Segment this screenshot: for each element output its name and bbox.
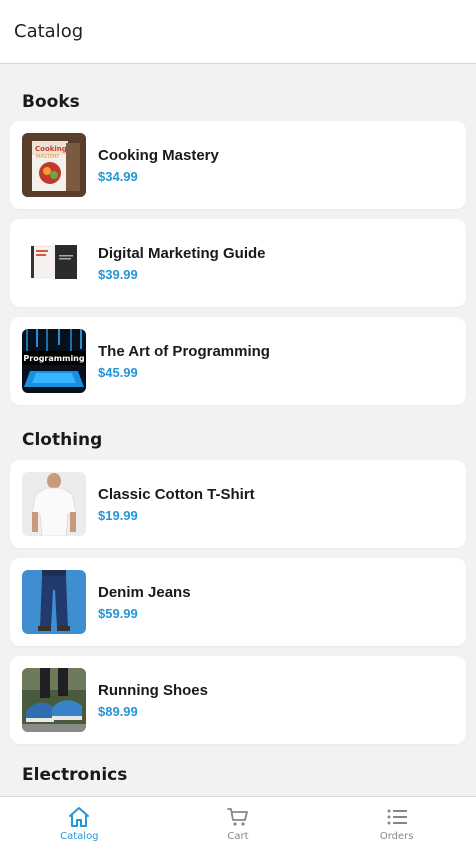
svg-text:Cooking: Cooking (35, 145, 67, 153)
product-card-cooking-mastery[interactable]: Cooking MASTERY Cooking Mastery $34.99 (10, 121, 466, 209)
tab-cart[interactable]: Cart (159, 797, 318, 844)
tab-catalog[interactable]: Catalog (0, 797, 159, 844)
product-price: $59.99 (98, 605, 138, 621)
section-title-clothing: Clothing (22, 430, 103, 450)
section-title-electronics: Electronics (22, 765, 128, 785)
product-price: $45.99 (98, 364, 138, 380)
bottom-tab-bar: Catalog Cart Orders (0, 796, 476, 844)
tab-label: Cart (227, 831, 249, 842)
cart-icon (227, 808, 248, 826)
page-title: Catalog (14, 21, 84, 42)
list-icon (387, 809, 407, 825)
product-price: $34.99 (98, 168, 138, 184)
svg-text:MASTERY: MASTERY (36, 154, 60, 160)
catalog-list[interactable]: Books Cooking MASTERY Cooking Mastery $3… (0, 64, 476, 796)
tab-orders[interactable]: Orders (317, 797, 476, 844)
product-card-digital-marketing-guide[interactable]: Digital Marketing Guide $39.99 (10, 219, 466, 307)
jeans-photo-image (22, 570, 86, 634)
catalog-app: Catalog Books Cooking MASTERY Cooking Ma… (0, 0, 476, 844)
tab-label: Catalog (60, 831, 99, 842)
product-name: Cooking Mastery (98, 146, 219, 164)
product-name: Running Shoes (98, 681, 208, 699)
section-title-books: Books (22, 92, 80, 112)
product-name: Digital Marketing Guide (98, 244, 266, 262)
top-app-bar: Catalog (0, 0, 476, 64)
marketing-book-cover-image (22, 231, 86, 295)
programming-cover-text: Programming (23, 354, 84, 363)
product-price: $39.99 (98, 266, 138, 282)
shoes-photo-image (22, 668, 86, 732)
product-card-classic-cotton-tshirt[interactable]: Classic Cotton T-Shirt $19.99 (10, 460, 466, 548)
product-name: Denim Jeans (98, 583, 191, 601)
product-price: $89.99 (98, 703, 138, 719)
product-card-running-shoes[interactable]: Running Shoes $89.99 (10, 656, 466, 744)
cooking-book-cover-image: Cooking MASTERY (22, 133, 86, 197)
product-name: The Art of Programming (98, 342, 270, 360)
product-card-art-of-programming[interactable]: Programming The Art of Programming $45.9… (10, 317, 466, 405)
programming-book-cover-image: Programming (22, 329, 86, 393)
tab-label: Orders (379, 831, 414, 842)
product-name: Classic Cotton T-Shirt (98, 485, 255, 503)
tshirt-photo-image (22, 472, 86, 536)
product-price: $19.99 (98, 507, 138, 523)
home-icon (69, 807, 90, 827)
product-card-denim-jeans[interactable]: Denim Jeans $59.99 (10, 558, 466, 646)
